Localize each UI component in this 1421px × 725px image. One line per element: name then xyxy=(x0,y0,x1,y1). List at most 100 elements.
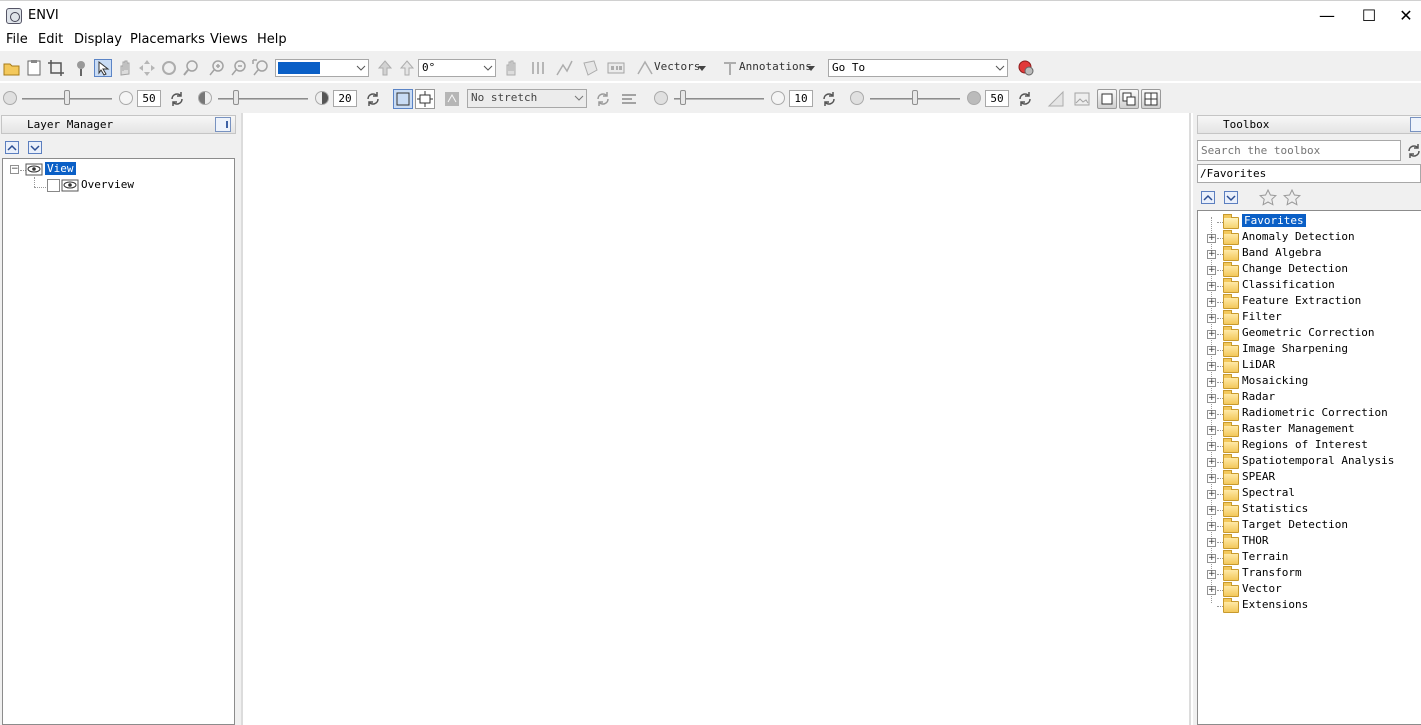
toolbox-item-thor[interactable]: THOR xyxy=(1242,534,1269,550)
expand-icon[interactable]: + xyxy=(1207,474,1216,483)
menu-help[interactable]: Help xyxy=(257,32,287,47)
annotations-icon[interactable] xyxy=(721,59,739,77)
sharpen-slider-thumb[interactable] xyxy=(680,90,686,105)
zoom-in-icon[interactable] xyxy=(208,59,226,77)
toolbox-item-spectral[interactable]: Spectral xyxy=(1242,486,1295,502)
expand-all-button[interactable] xyxy=(28,141,42,154)
toolbox-item-regions-of-interest[interactable]: Regions of Interest xyxy=(1242,438,1368,454)
collapse-all-button[interactable] xyxy=(1201,191,1215,204)
toolbox-item-extensions[interactable]: Extensions xyxy=(1242,598,1308,614)
menu-display[interactable]: Display xyxy=(74,32,122,47)
remove-favorite-star-icon[interactable] xyxy=(1282,188,1302,207)
expand-icon[interactable]: + xyxy=(1207,250,1216,259)
toolbox-item-radiometric-correction[interactable]: Radiometric Correction xyxy=(1242,406,1388,422)
expand-icon[interactable]: + xyxy=(1207,314,1216,323)
zoom-out-icon[interactable] xyxy=(230,59,248,77)
toolbox-item-raster-management[interactable]: Raster Management xyxy=(1242,422,1355,438)
expand-all-button[interactable] xyxy=(1224,191,1238,204)
add-favorite-star-icon[interactable] xyxy=(1258,188,1278,207)
rotate-north-icon[interactable] xyxy=(376,59,394,77)
histogram-icon[interactable] xyxy=(620,90,638,108)
select-cursor-icon[interactable] xyxy=(94,59,112,77)
vectors-dropdown[interactable]: Vectors xyxy=(654,60,700,73)
toolbox-item-image-sharpening[interactable]: Image Sharpening xyxy=(1242,342,1348,358)
layer-item-view[interactable]: View xyxy=(45,162,76,178)
rotate-up-icon[interactable] xyxy=(398,59,416,77)
reset-sharpen-icon[interactable] xyxy=(820,90,838,108)
overview-checkbox[interactable] xyxy=(47,179,60,192)
placemark-icon[interactable] xyxy=(72,59,90,77)
vectors-icon[interactable] xyxy=(636,59,654,77)
toolbox-item-anomaly-detection[interactable]: Anomaly Detection xyxy=(1242,230,1355,246)
expand-icon[interactable]: + xyxy=(1207,586,1216,595)
minimize-button[interactable]: — xyxy=(1304,1,1350,31)
menu-placemarks[interactable]: Placemarks xyxy=(130,32,205,47)
toolbox-search-input[interactable] xyxy=(1197,140,1401,161)
expand-icon[interactable]: + xyxy=(1207,426,1216,435)
expand-icon[interactable]: + xyxy=(1207,282,1216,291)
expand-icon[interactable]: + xyxy=(1207,394,1216,403)
expand-icon[interactable]: + xyxy=(1207,490,1216,499)
single-view-icon[interactable] xyxy=(1097,89,1117,109)
toolbox-item-band-algebra[interactable]: Band Algebra xyxy=(1242,246,1321,262)
annotations-dropdown[interactable]: Annotations xyxy=(739,60,812,73)
view-extent-icon[interactable] xyxy=(415,89,435,109)
toolbox-item-target-detection[interactable]: Target Detection xyxy=(1242,518,1348,534)
toolbox-item-spear[interactable]: SPEAR xyxy=(1242,470,1275,486)
overlay-view-icon[interactable] xyxy=(1119,89,1139,109)
expand-icon[interactable]: + xyxy=(1207,554,1216,563)
image-icon[interactable] xyxy=(1073,90,1091,108)
data-manager-icon[interactable] xyxy=(25,59,43,77)
image-viewport[interactable] xyxy=(241,113,1191,725)
toolbox-item-filter[interactable]: Filter xyxy=(1242,310,1282,326)
refresh-toolbox-icon[interactable] xyxy=(1405,142,1421,160)
crosshairs-icon[interactable] xyxy=(529,59,547,77)
toolbox-item-spatiotemporal-analysis[interactable]: Spatiotemporal Analysis xyxy=(1242,454,1394,470)
update-check-icon[interactable] xyxy=(1017,59,1035,77)
toolbox-item-geometric-correction[interactable]: Geometric Correction xyxy=(1242,326,1374,342)
ruler-icon[interactable] xyxy=(1047,90,1065,108)
brightness-value[interactable]: 50 xyxy=(137,90,161,107)
view-eye-icon[interactable] xyxy=(25,161,43,179)
expand-icon[interactable]: + xyxy=(1207,458,1216,467)
menu-file[interactable]: File xyxy=(6,32,28,47)
dock-panel-button[interactable] xyxy=(215,117,231,132)
cursor-value-icon[interactable] xyxy=(503,59,521,77)
profile-icon[interactable] xyxy=(555,59,573,77)
transparency-value[interactable]: 50 xyxy=(985,90,1009,107)
layer-item-overview[interactable]: Overview xyxy=(81,178,134,194)
expand-icon[interactable]: + xyxy=(1207,298,1216,307)
toolbox-item-vector[interactable]: Vector xyxy=(1242,582,1282,598)
sharpen-slider-track[interactable] xyxy=(674,98,764,100)
pan-hand-icon[interactable] xyxy=(116,59,134,77)
brightness-slider-thumb[interactable] xyxy=(64,90,70,105)
reset-transparency-icon[interactable] xyxy=(1016,90,1034,108)
toolbox-item-change-detection[interactable]: Change Detection xyxy=(1242,262,1348,278)
toolbox-item-terrain[interactable]: Terrain xyxy=(1242,550,1288,566)
toolbox-item-classification[interactable]: Classification xyxy=(1242,278,1335,294)
rotate-icon[interactable] xyxy=(160,59,178,77)
expand-icon[interactable]: + xyxy=(1207,570,1216,579)
toolbox-item-favorites[interactable]: Favorites xyxy=(1242,214,1306,230)
expand-icon[interactable]: + xyxy=(1207,442,1216,451)
reset-brightness-icon[interactable] xyxy=(168,90,186,108)
goto-combo[interactable]: Go To xyxy=(828,59,1008,77)
toolbox-item-mosaicking[interactable]: Mosaicking xyxy=(1242,374,1308,390)
stretch-combo[interactable]: No stretch xyxy=(467,89,587,108)
zoom-fit-icon[interactable] xyxy=(252,59,270,77)
contrast-value[interactable]: 20 xyxy=(333,90,357,107)
toolbox-item-lidar[interactable]: LiDAR xyxy=(1242,358,1275,374)
expand-icon[interactable]: + xyxy=(1207,538,1216,547)
toolbox-item-feature-extraction[interactable]: Feature Extraction xyxy=(1242,294,1361,310)
collapse-icon[interactable]: − xyxy=(10,165,19,174)
fly-arrows-icon[interactable] xyxy=(138,59,156,77)
menu-edit[interactable]: Edit xyxy=(38,32,63,47)
zoom-icon[interactable] xyxy=(182,59,200,77)
zoom-level-combo[interactable] xyxy=(275,59,369,77)
close-button[interactable]: ✕ xyxy=(1391,1,1421,31)
contrast-slider-track[interactable] xyxy=(218,98,308,100)
expand-icon[interactable]: + xyxy=(1207,506,1216,515)
expand-icon[interactable]: + xyxy=(1207,522,1216,531)
expand-icon[interactable]: + xyxy=(1207,410,1216,419)
toolbox-item-statistics[interactable]: Statistics xyxy=(1242,502,1308,518)
